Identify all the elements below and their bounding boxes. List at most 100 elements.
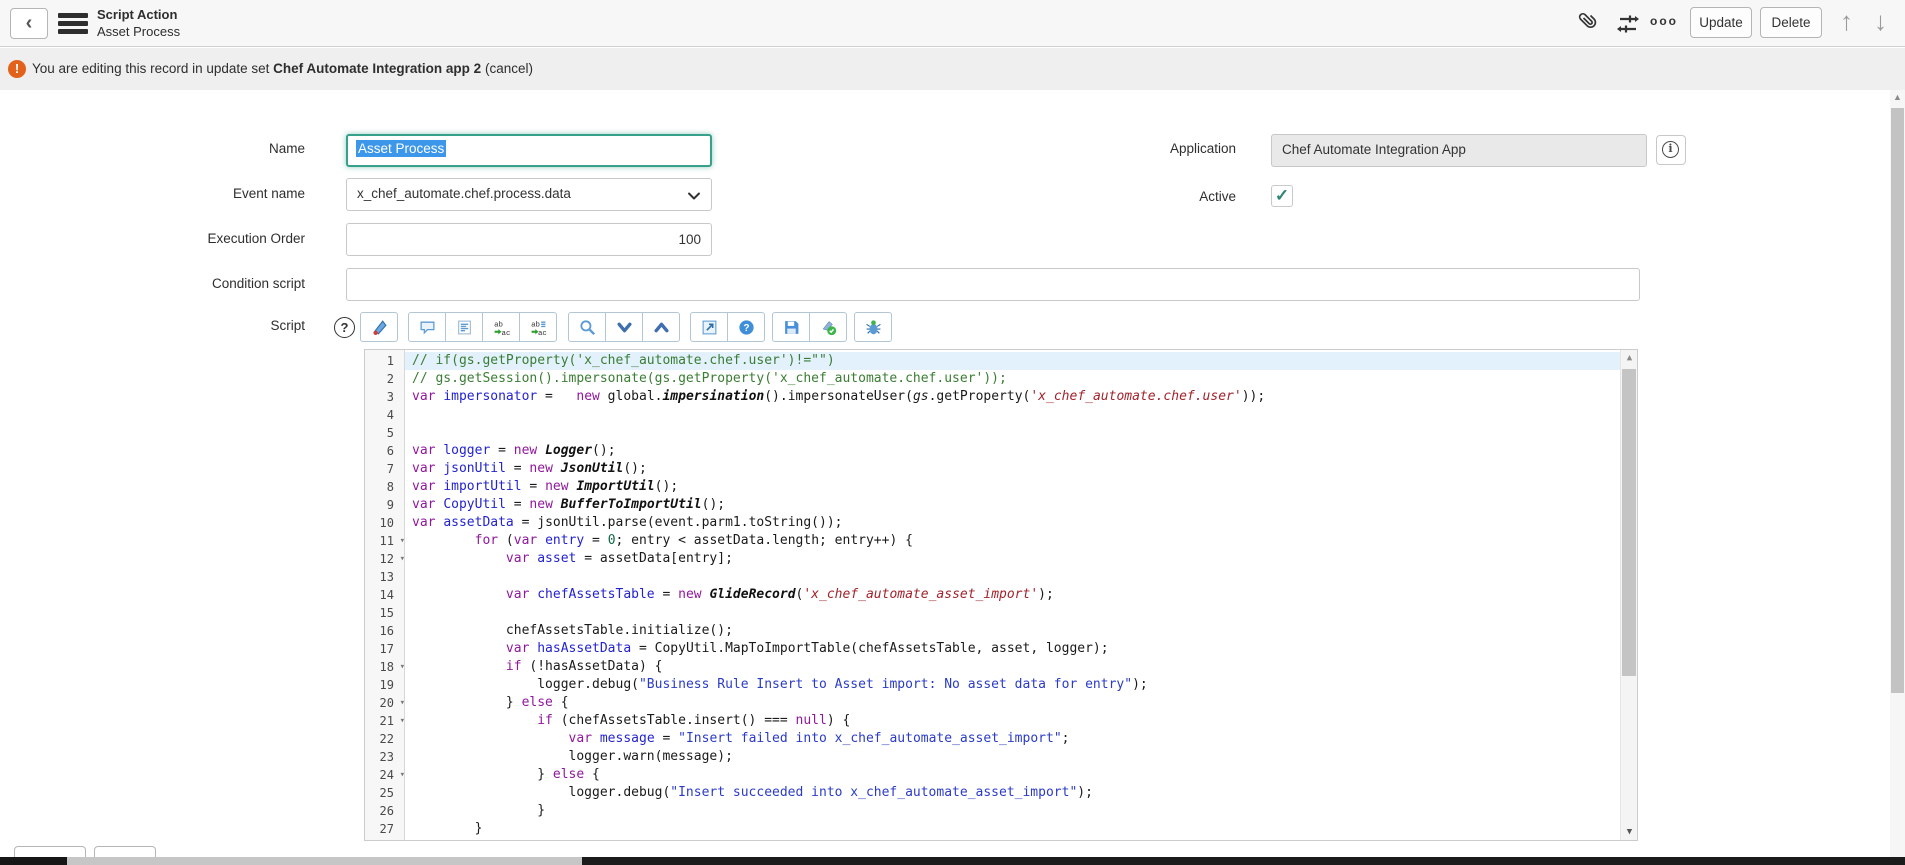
syntax-check-button[interactable]	[360, 312, 398, 342]
warning-icon: !	[8, 60, 26, 78]
code-line[interactable]: 16 chefAssetsTable.initialize();	[365, 622, 1620, 640]
code-text	[405, 568, 1620, 586]
field-help-icon[interactable]: ?	[334, 317, 355, 338]
info-icon: i	[1662, 141, 1679, 158]
page-scroll-up-icon[interactable]: ▲	[1890, 92, 1905, 102]
next-record-icon[interactable]: ↓	[1874, 6, 1887, 37]
execution-order-input[interactable]	[346, 223, 712, 256]
syntax-valid-button[interactable]	[809, 312, 847, 342]
replace-all-button[interactable]: abac	[519, 312, 557, 342]
code-text: logger.debug("Business Rule Insert to As…	[405, 676, 1620, 694]
fold-toggle-icon[interactable]: ▾	[400, 532, 405, 550]
toolbar-group	[854, 312, 892, 342]
code-line[interactable]: 14 var chefAssetsTable = new GlideRecord…	[365, 586, 1620, 604]
application-label: Application	[1031, 141, 1236, 156]
condition-script-input[interactable]	[346, 268, 1640, 301]
code-line[interactable]: 17 var hasAssetData = CopyUtil.MapToImpo…	[365, 640, 1620, 658]
code-line[interactable]: 24▾ } else {	[365, 766, 1620, 784]
page-scrollbar-thumb[interactable]	[1891, 108, 1904, 693]
name-label: Name	[100, 141, 305, 156]
code-line[interactable]: 2// gs.getSession().impersonate(gs.getPr…	[365, 370, 1620, 388]
line-number: 25	[365, 784, 405, 802]
editor-scrollbar[interactable]: ▲ ▼	[1620, 350, 1637, 840]
application-value: Chef Automate Integration App	[1282, 142, 1466, 157]
code-line[interactable]: 20▾ } else {	[365, 694, 1620, 712]
update-set-message: You are editing this record in update se…	[32, 61, 533, 76]
code-line[interactable]: 25 logger.debug("Insert succeeded into x…	[365, 784, 1620, 802]
code-line[interactable]: 19 logger.debug("Business Rule Insert to…	[365, 676, 1620, 694]
personalize-form-icon[interactable]	[1614, 10, 1642, 38]
line-number: 20▾	[365, 694, 405, 712]
open-window-icon	[701, 319, 718, 336]
fold-toggle-icon[interactable]: ▾	[400, 694, 405, 712]
context-menu-icon[interactable]	[58, 13, 88, 35]
header: ‹ Script Action Asset Process ooo Update…	[0, 0, 1905, 47]
code-text: }	[405, 820, 1620, 838]
event-name-select[interactable]: x_chef_automate.chef.process.data	[346, 178, 712, 211]
svg-text:?: ?	[743, 323, 749, 334]
line-number: 4	[365, 406, 405, 424]
code-line[interactable]: 11▾ for (var entry = 0; entry < assetDat…	[365, 532, 1620, 550]
name-input[interactable]: Asset Process	[346, 134, 712, 167]
delete-button[interactable]: Delete	[1760, 7, 1822, 38]
code-area[interactable]: 1// if(gs.getProperty('x_chef_automate.c…	[365, 352, 1620, 838]
open-window-button[interactable]	[690, 312, 728, 342]
cancel-update-set-link[interactable]: (cancel)	[485, 61, 533, 76]
debug-button[interactable]	[854, 312, 892, 342]
application-info-button[interactable]: i	[1656, 135, 1686, 165]
line-number: 24▾	[365, 766, 405, 784]
search-button[interactable]	[568, 312, 606, 342]
fold-toggle-icon[interactable]: ▾	[400, 766, 405, 784]
line-number: 13	[365, 568, 405, 586]
scroll-up-icon[interactable]: ▲	[1621, 353, 1638, 363]
format-code-button[interactable]	[445, 312, 483, 342]
script-editor[interactable]: 1// if(gs.getProperty('x_chef_automate.c…	[364, 349, 1638, 841]
code-line[interactable]: 9var CopyUtil = new BufferToImportUtil()…	[365, 496, 1620, 514]
code-line[interactable]: 3var impersonator = new global.impersina…	[365, 388, 1620, 406]
code-text	[405, 406, 1620, 424]
code-line[interactable]: 10var assetData = jsonUtil.parse(event.p…	[365, 514, 1620, 532]
code-line[interactable]: 4	[365, 406, 1620, 424]
toolbar-group: abacabac	[408, 312, 557, 342]
code-line[interactable]: 7var jsonUtil = new JsonUtil();	[365, 460, 1620, 478]
code-line[interactable]: 12▾ var asset = assetData[entry];	[365, 550, 1620, 568]
code-text: for (var entry = 0; entry < assetData.le…	[405, 532, 1620, 550]
code-line[interactable]: 1// if(gs.getProperty('x_chef_automate.c…	[365, 352, 1620, 370]
page-scrollbar[interactable]: ▲	[1890, 90, 1905, 865]
fold-toggle-icon[interactable]: ▾	[400, 658, 405, 676]
line-number: 12▾	[365, 550, 405, 568]
toggle-comment-button[interactable]	[408, 312, 446, 342]
help-button[interactable]: ?	[727, 312, 765, 342]
code-line[interactable]: 5	[365, 424, 1620, 442]
fold-toggle-icon[interactable]: ▾	[400, 550, 405, 568]
code-line[interactable]: 22 var message = "Insert failed into x_c…	[365, 730, 1620, 748]
more-options-icon[interactable]: ooo	[1650, 14, 1690, 28]
previous-record-icon[interactable]: ↑	[1840, 6, 1853, 37]
replace-button[interactable]: abac	[482, 312, 520, 342]
horizontal-scrollbar-track[interactable]	[582, 857, 1905, 865]
scroll-down-icon[interactable]: ▼	[1621, 827, 1638, 837]
code-line[interactable]: 8var importUtil = new ImportUtil();	[365, 478, 1620, 496]
code-line[interactable]: 13	[365, 568, 1620, 586]
line-number: 1	[365, 352, 405, 370]
line-number: 6	[365, 442, 405, 460]
save-button[interactable]	[772, 312, 810, 342]
code-line[interactable]: 27 }	[365, 820, 1620, 838]
back-button[interactable]: ‹	[10, 8, 48, 39]
fold-toggle-icon[interactable]: ▾	[400, 712, 405, 730]
code-line[interactable]: 15	[365, 604, 1620, 622]
code-line[interactable]: 23 logger.warn(message);	[365, 748, 1620, 766]
active-checkbox[interactable]: ✓	[1271, 185, 1293, 207]
code-line[interactable]: 26 }	[365, 802, 1620, 820]
find-next-button[interactable]	[605, 312, 643, 342]
attachment-icon[interactable]	[1572, 10, 1600, 38]
update-button[interactable]: Update	[1690, 7, 1752, 38]
editor-scrollbar-thumb[interactable]	[1622, 369, 1636, 676]
horizontal-scrollbar-thumb[interactable]	[67, 857, 582, 865]
code-text: chefAssetsTable.initialize();	[405, 622, 1620, 640]
code-line[interactable]: 6var logger = new Logger();	[365, 442, 1620, 460]
code-line[interactable]: 18▾ if (!hasAssetData) {	[365, 658, 1620, 676]
find-previous-button[interactable]	[642, 312, 680, 342]
code-line[interactable]: 21▾ if (chefAssetsTable.insert() === nul…	[365, 712, 1620, 730]
code-text: // if(gs.getProperty('x_chef_automate.ch…	[405, 352, 1620, 370]
